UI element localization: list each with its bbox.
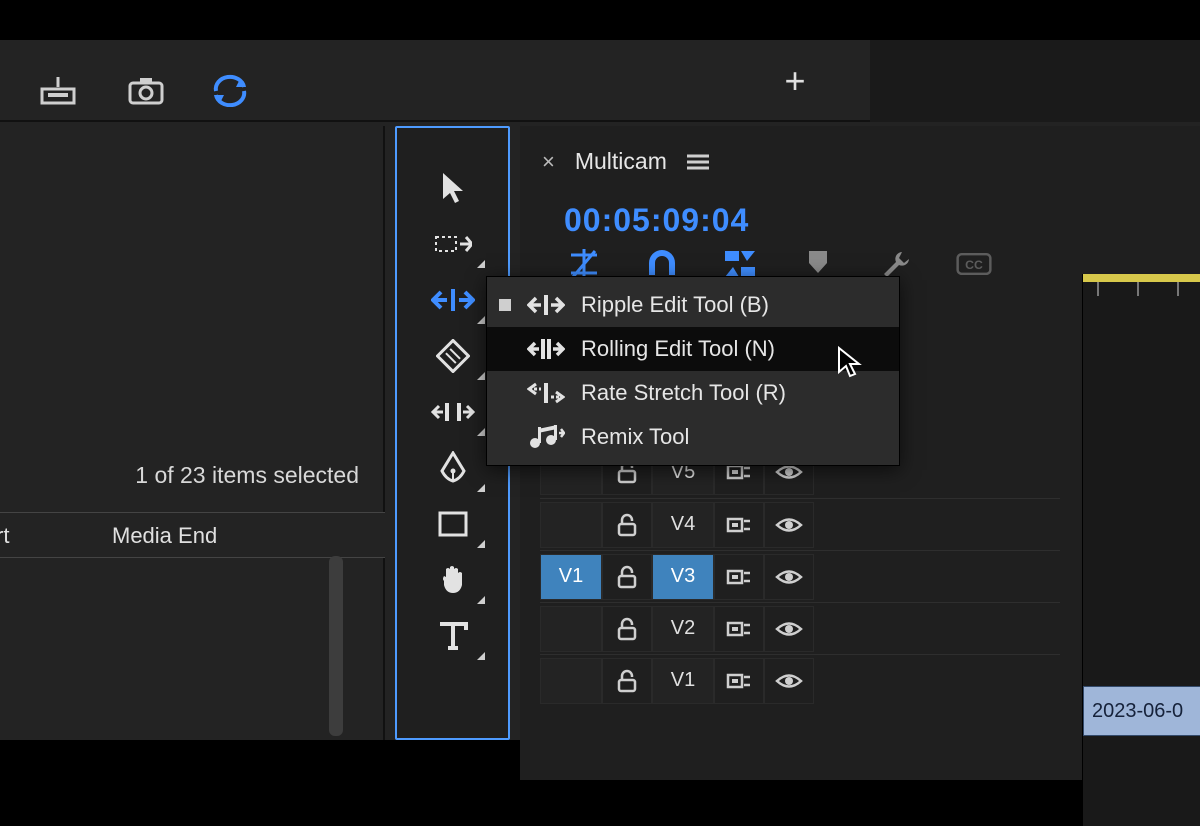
track-row: V1 xyxy=(540,654,1060,706)
source-patch[interactable] xyxy=(540,606,602,652)
lock-icon[interactable] xyxy=(602,606,652,652)
menu-item-remix[interactable]: Remix Tool xyxy=(487,415,899,459)
flyout-indicator-icon xyxy=(477,260,485,268)
timeline-clip[interactable]: 2023-06-0 xyxy=(1083,686,1200,736)
visibility-icon[interactable] xyxy=(764,502,814,548)
selection-count: 1 of 23 items selected xyxy=(135,462,359,489)
letterbox-top xyxy=(0,0,1200,40)
project-panel: 1 of 23 items selected rt Media End xyxy=(0,126,385,740)
captions-icon[interactable]: CC xyxy=(956,248,992,280)
track-select-tool[interactable] xyxy=(417,216,489,272)
visibility-icon[interactable] xyxy=(764,554,814,600)
close-icon[interactable]: × xyxy=(542,149,555,175)
snapshot-icon[interactable] xyxy=(126,70,166,110)
menu-item-rolling-edit[interactable]: Rolling Edit Tool (N) xyxy=(487,327,899,371)
menu-item-label: Ripple Edit Tool (B) xyxy=(581,292,769,318)
flyout-indicator-icon xyxy=(477,372,485,380)
lock-icon[interactable] xyxy=(602,554,652,600)
scrollbar[interactable] xyxy=(329,556,343,736)
menu-item-label: Rolling Edit Tool (N) xyxy=(581,336,775,362)
sequence-tab-name: Multicam xyxy=(575,148,667,175)
column-header-1[interactable]: rt xyxy=(0,523,20,549)
menu-item-label: Remix Tool xyxy=(581,424,689,450)
time-ruler[interactable] xyxy=(1083,274,1200,300)
menu-item-label: Rate Stretch Tool (R) xyxy=(581,380,786,406)
track-row: V4 xyxy=(540,498,1060,550)
flyout-indicator-icon xyxy=(477,316,485,324)
selection-tool[interactable] xyxy=(417,160,489,216)
rolling-edit-icon xyxy=(527,335,565,363)
panel-menu-icon[interactable] xyxy=(687,153,709,171)
slip-tool[interactable] xyxy=(417,384,489,440)
track-target[interactable]: V1 xyxy=(652,658,714,704)
plus-icon: + xyxy=(784,60,805,102)
ruler-tick xyxy=(1137,282,1139,296)
sync-lock-icon[interactable] xyxy=(714,606,764,652)
column-header-media-end[interactable]: Media End xyxy=(112,523,217,549)
sync-icon[interactable] xyxy=(210,70,250,110)
ruler-tick xyxy=(1177,282,1179,296)
source-patch[interactable] xyxy=(540,658,602,704)
svg-text:CC: CC xyxy=(965,258,983,272)
menu-item-rate-stretch[interactable]: Rate Stretch Tool (R) xyxy=(487,371,899,415)
pen-tool[interactable] xyxy=(417,440,489,496)
ripple-edit-tool[interactable] xyxy=(417,272,489,328)
ripple-edit-icon xyxy=(527,291,565,319)
visibility-icon[interactable] xyxy=(764,606,814,652)
flyout-indicator-icon xyxy=(477,652,485,660)
lock-icon[interactable] xyxy=(602,658,652,704)
rectangle-tool[interactable] xyxy=(417,496,489,552)
razor-tool[interactable] xyxy=(417,328,489,384)
visibility-icon[interactable] xyxy=(764,658,814,704)
ripple-edit-flyout: Ripple Edit Tool (B) Rolling Edit Tool (… xyxy=(486,276,900,466)
track-headers: V5 V4 V1 V3 V2 xyxy=(540,446,1060,706)
add-button[interactable]: + xyxy=(750,40,840,122)
hand-tool[interactable] xyxy=(417,552,489,608)
top-toolbar: + xyxy=(0,40,1200,122)
type-tool[interactable] xyxy=(417,608,489,664)
flyout-indicator-icon xyxy=(477,540,485,548)
sync-lock-icon[interactable] xyxy=(714,554,764,600)
track-row: V2 xyxy=(540,602,1060,654)
remix-icon xyxy=(527,423,565,451)
timecode[interactable]: 00:05:09:04 xyxy=(564,202,749,239)
track-target[interactable]: V3 xyxy=(652,554,714,600)
column-headers: rt Media End xyxy=(0,512,385,558)
ruler-tick xyxy=(1097,282,1099,296)
rate-stretch-icon xyxy=(527,379,565,407)
lock-icon[interactable] xyxy=(602,502,652,548)
flyout-indicator-icon xyxy=(477,596,485,604)
sequence-tab[interactable]: × Multicam xyxy=(542,148,709,175)
track-row: V1 V3 xyxy=(540,550,1060,602)
source-patch[interactable] xyxy=(540,502,602,548)
timeline-body[interactable]: 2023-06-0 xyxy=(1082,274,1200,826)
flyout-indicator-icon xyxy=(477,484,485,492)
app-frame: + 1 of 23 items selected rt Media End xyxy=(0,40,1200,740)
top-right-panel xyxy=(870,40,1200,122)
menu-item-ripple-edit[interactable]: Ripple Edit Tool (B) xyxy=(487,283,899,327)
sync-lock-icon[interactable] xyxy=(714,658,764,704)
track-target[interactable]: V4 xyxy=(652,502,714,548)
playhead[interactable] xyxy=(1083,274,1200,282)
active-indicator-icon xyxy=(499,299,511,311)
source-patch[interactable]: V1 xyxy=(540,554,602,600)
sync-lock-icon[interactable] xyxy=(714,502,764,548)
track-target[interactable]: V2 xyxy=(652,606,714,652)
export-icon[interactable] xyxy=(38,70,78,110)
flyout-indicator-icon xyxy=(477,428,485,436)
